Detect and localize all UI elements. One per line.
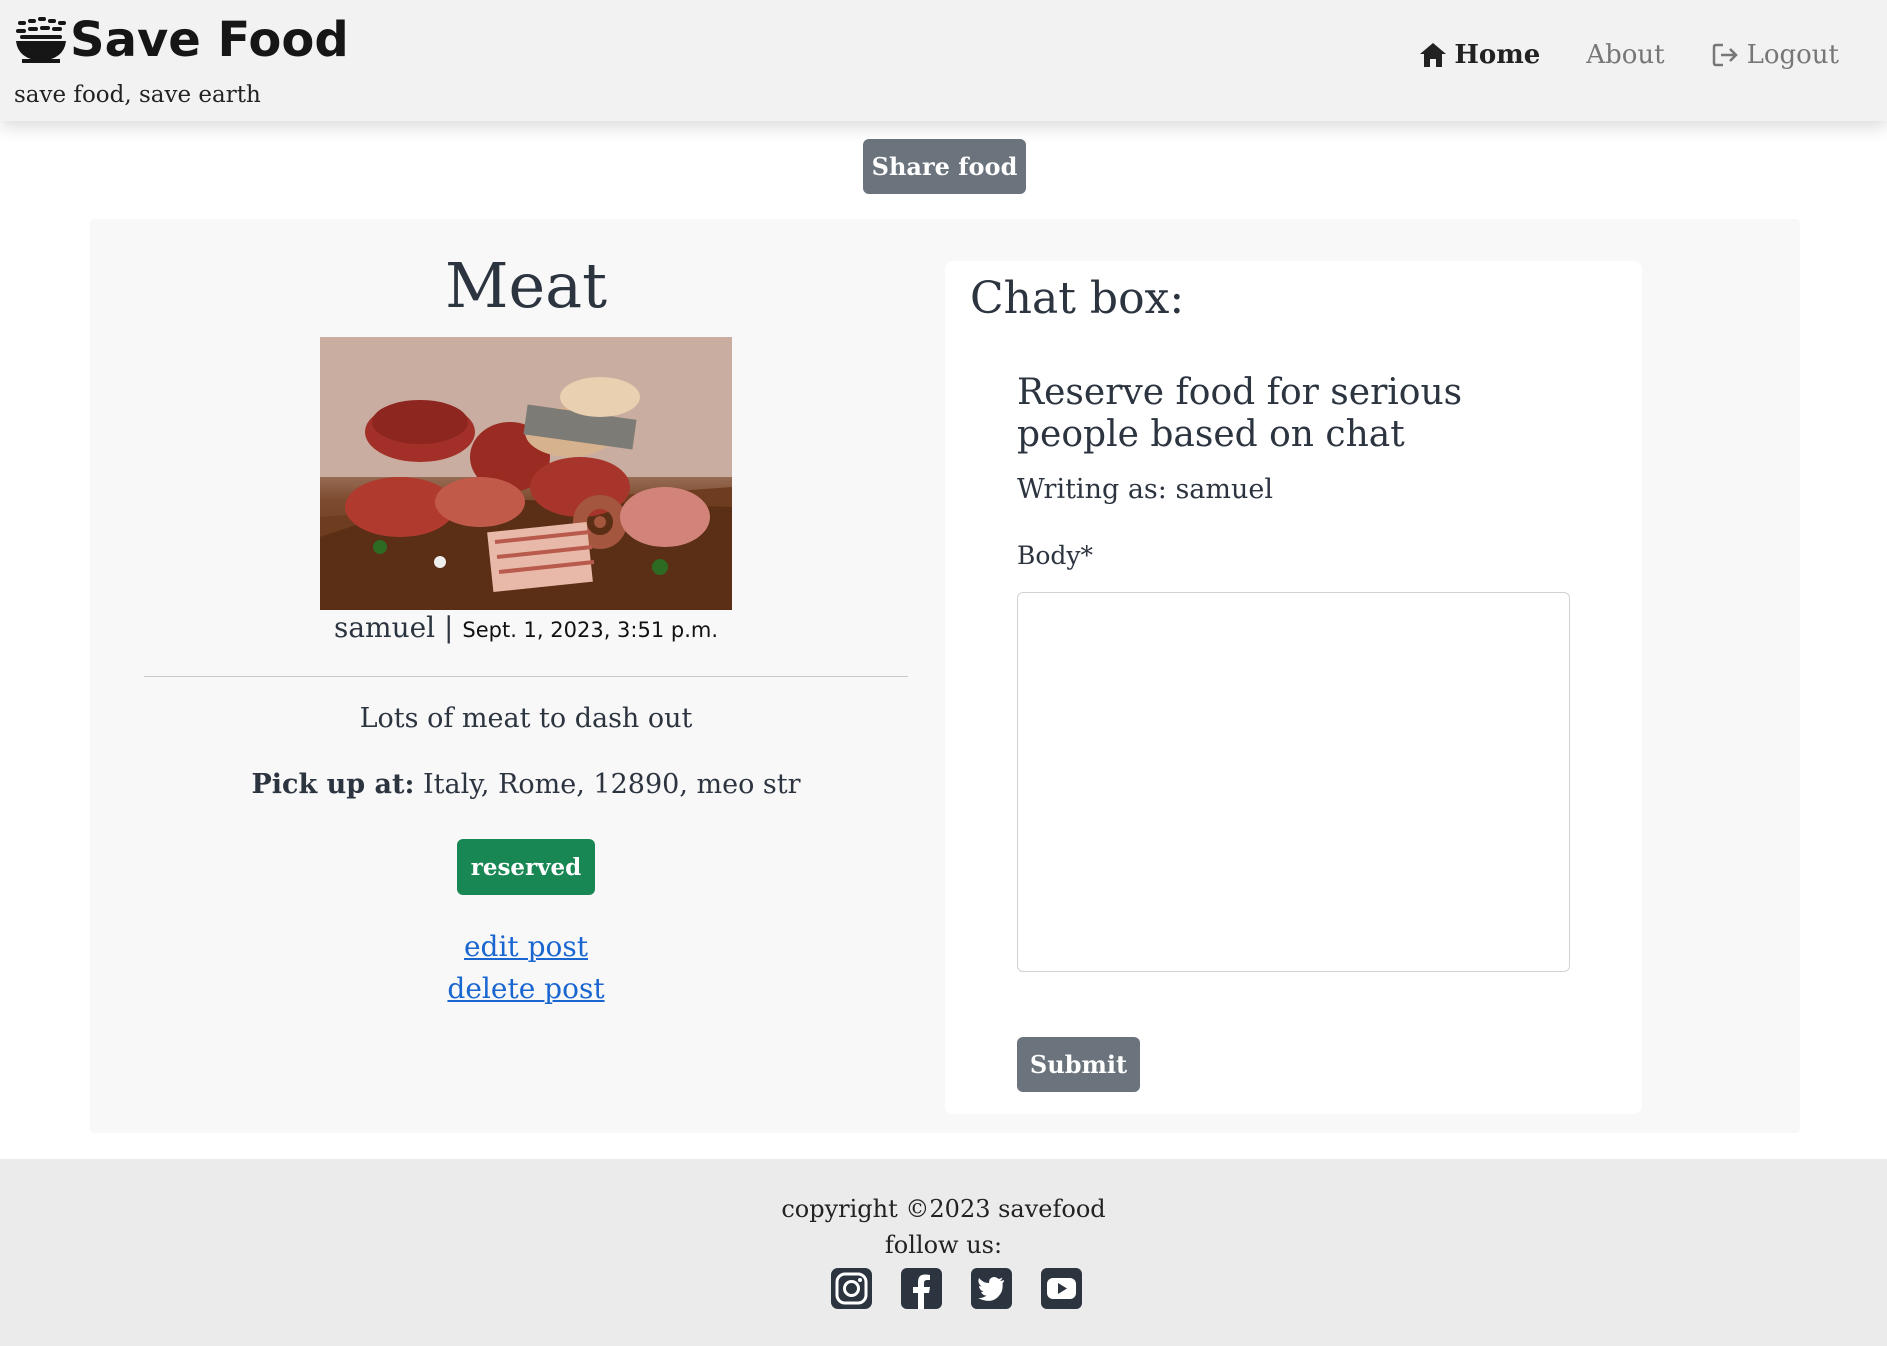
nav-menu: Home About Logout — [1418, 40, 1839, 70]
post-title: Meat — [444, 249, 608, 322]
divider — [144, 676, 908, 677]
chat-heading: Reserve food for serious people based on… — [1017, 372, 1463, 455]
facebook-icon[interactable] — [901, 1268, 942, 1309]
chat-box: Chat box: Reserve food for serious peopl… — [945, 261, 1642, 1114]
nav-logout-label: Logout — [1746, 40, 1839, 70]
body-textarea[interactable] — [1017, 592, 1570, 972]
nav-logout[interactable]: Logout — [1711, 40, 1839, 70]
nav-home-label: Home — [1454, 40, 1541, 70]
copyright-text: copyright ©2023 savefood — [781, 1195, 1106, 1223]
delete-post-link[interactable]: delete post — [90, 972, 962, 1005]
post-meta: samuel | Sept. 1, 2023, 3:51 p.m. — [90, 611, 962, 644]
tagline: save food, save earth — [14, 82, 261, 108]
youtube-icon[interactable] — [1041, 1268, 1082, 1309]
status-badge[interactable]: reserved — [457, 839, 595, 895]
body-label: Body* — [1017, 541, 1094, 570]
meat-photo-icon — [320, 337, 732, 610]
post-card: Meat samuel | Sept. 1, 2023, 3:51 p.m. L… — [90, 219, 1800, 1133]
meta-separator: | — [444, 611, 454, 644]
share-food-button[interactable]: Share food — [863, 139, 1026, 194]
twitter-icon[interactable] — [971, 1268, 1012, 1309]
pickup-address: Italy, Rome, 12890, meo str — [423, 769, 801, 800]
pickup-label: Pick up at: — [251, 769, 415, 800]
social-links — [831, 1268, 1082, 1309]
edit-post-link[interactable]: edit post — [90, 930, 962, 963]
brand-name: Save Food — [70, 12, 349, 68]
nav-home[interactable]: Home — [1418, 40, 1540, 70]
nav-about-label: About — [1586, 40, 1665, 70]
post-date: Sept. 1, 2023, 3:51 p.m. — [462, 618, 719, 642]
writing-as-label: Writing as: samuel — [1017, 474, 1274, 505]
brand[interactable]: Save Food — [14, 12, 349, 68]
nav-about[interactable]: About — [1586, 40, 1664, 70]
navbar: Save Food save food, save earth Home Abo… — [0, 0, 1887, 121]
post-image — [320, 337, 732, 610]
follow-us-label: follow us: — [884, 1231, 1003, 1259]
post-author: samuel — [333, 611, 436, 644]
chat-title: Chat box: — [970, 273, 1185, 324]
post-description: Lots of meat to dash out — [359, 703, 693, 734]
instagram-icon[interactable] — [831, 1268, 872, 1309]
food-bowl-icon — [16, 17, 66, 63]
post-pickup: Pick up at: Italy, Rome, 12890, meo str — [90, 769, 962, 800]
submit-button[interactable]: Submit — [1017, 1037, 1140, 1092]
footer: copyright ©2023 savefood follow us: — [0, 1159, 1887, 1346]
logout-icon — [1712, 43, 1738, 67]
home-icon — [1420, 43, 1447, 67]
